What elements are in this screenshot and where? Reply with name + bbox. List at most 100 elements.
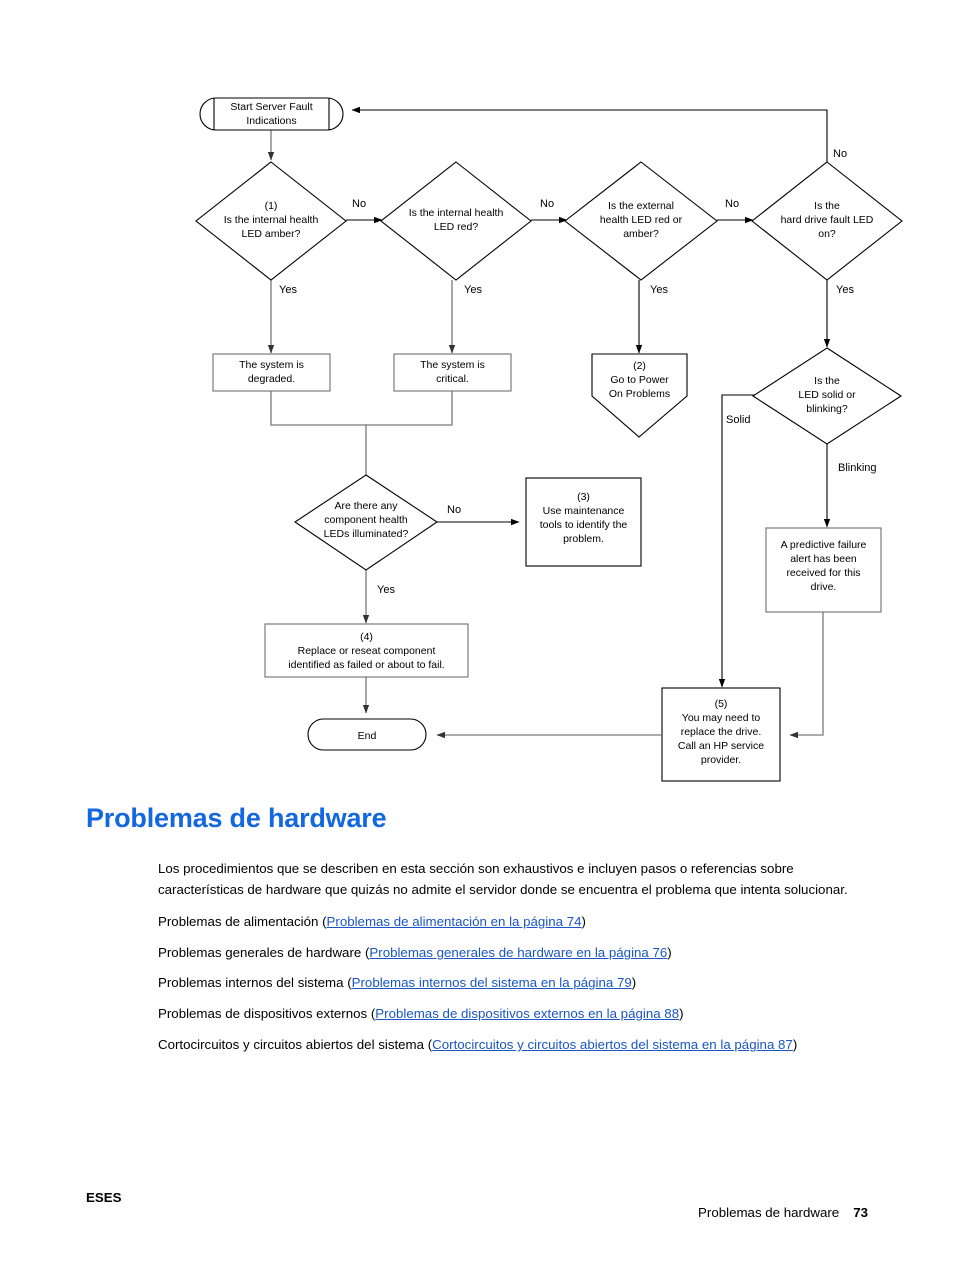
node-q-led-line3: blinking? [806,403,848,415]
node-q1-line1: (1) [265,200,278,212]
node-end-label: End [358,730,377,742]
node-end: End [307,718,427,751]
node-q2-line2: LED red? [434,221,479,233]
node-predictive-line3: received for this [786,567,860,579]
node-q4-line1: Is the [814,200,840,212]
xref-problemas-de-alimentacion[interactable]: Problemas de alimentación en la página 7… [327,914,582,929]
node-predictive-failure-alert: A predictive failure alert has been rece… [765,527,882,613]
node-q-led-line2: LED solid or [798,389,856,401]
node-drive-line1: (5) [715,698,728,710]
footer-page-number: 73 [853,1205,868,1220]
node-degraded-line2: degraded. [248,373,295,385]
edge-q4-no-loopback [351,106,828,178]
link-row-0-suffix: ) [581,914,586,929]
xref-problemas-de-dispositivos-externos[interactable]: Problemas de dispositivos externos en la… [375,1006,679,1021]
node-critical-line2: critical. [436,373,469,385]
node-start-line1: Start Server Fault [230,101,312,113]
node-q3-line1: Is the external [608,200,674,212]
edge-label-blinking: Blinking [838,462,877,474]
node-q-led-line1: Is the [814,375,840,387]
node-q-internal-health-amber: (1) Is the internal health LED amber? [195,161,347,281]
link-row-problemas-de-dispositivos-externos: Problemas de dispositivos externos (Prob… [158,1004,888,1025]
node-replace-line1: (4) [360,631,373,643]
node-use-maintenance-tools: (3) Use maintenance tools to identify th… [525,477,642,567]
node-maint-line3: tools to identify the [540,519,628,531]
node-q-led-solid-or-blinking: Is the LED solid or blinking? [751,347,903,445]
node-q3-line3: amber? [623,228,659,240]
node-system-critical: The system is critical. [393,353,512,392]
node-replace-or-reseat-component: (4) Replace or reseat component identifi… [264,623,469,678]
edge-label-yes-3: Yes [650,284,668,296]
node-go-to-power-on-problems: (2) Go to Power On Problems [591,353,688,438]
link-row-0-prefix: Problemas de alimentación ( [158,914,327,929]
node-predictive-line2: alert has been [790,553,857,565]
node-start-line2: Indications [246,115,296,127]
link-row-3-prefix: Problemas de dispositivos externos ( [158,1006,376,1021]
edge-label-no-1: No [352,198,366,210]
edge-label-yes-1: Yes [279,284,297,296]
node-system-degraded: The system is degraded. [212,353,331,392]
link-row-4-suffix: ) [792,1037,798,1052]
page: Start Server Fault Indications (1) Is th… [0,0,954,1270]
node-q-comp-line1: Are there any [334,500,398,512]
node-predictive-line4: drive. [811,581,837,593]
edge-label-no-loopback: No [833,148,847,160]
link-row-2-prefix: Problemas internos del sistema ( [158,975,352,990]
edge-label-solid: Solid [726,414,750,426]
edge-predictive-to-replace-drive [789,612,824,739]
edge-label-yes-component: Yes [377,584,395,596]
footer-right-group: Problemas de hardware 73 [676,1190,868,1235]
link-row-3-suffix: ) [679,1006,684,1021]
page-footer: ESES Problemas de hardware 73 [0,1190,954,1220]
intro-paragraph: Los procedimientos que se describen en e… [158,861,848,897]
node-degraded-line1: The system is [239,359,304,371]
link-row-problemas-internos-del-sistema: Problemas internos del sistema (Problema… [158,973,888,994]
node-drive-line3: replace the drive. [681,726,762,738]
link-row-problemas-generales-de-hardware: Problemas generales de hardware (Problem… [158,943,888,964]
node-replace-drive-call-hp: (5) You may need to replace the drive. C… [661,687,781,782]
node-start: Start Server Fault Indications [199,97,344,131]
node-replace-line2: Replace or reseat component [298,645,436,657]
node-q4-line3: on? [818,228,836,240]
node-predictive-line1: A predictive failure [781,539,867,551]
node-q-component-health-leds: Are there any component health LEDs illu… [294,474,438,571]
xref-cortocircuitos-y-circuitos-abiertos[interactable]: Cortocircuitos y circuitos abiertos del … [432,1037,793,1052]
page-title: Problemas de hardware [86,803,387,833]
link-row-4-prefix: Cortocircuitos y circuitos abiertos del … [158,1037,433,1052]
node-drive-line2: You may need to [682,712,761,724]
node-power-on-line2: Go to Power [610,374,669,386]
node-critical-line1: The system is [420,359,485,371]
node-maint-line1: (3) [577,491,590,503]
server-fault-indications-flowchart: Start Server Fault Indications (1) Is th… [195,97,903,782]
node-q-comp-line2: component health [324,514,408,526]
node-q2-line1: Is the internal health [409,207,504,219]
footer-locale: ESES [86,1190,122,1205]
edge-label-no-2: No [540,198,554,210]
edge-label-no-component: No [447,504,461,516]
link-row-1-suffix: ) [667,945,672,960]
node-q4-line2: hard drive fault LED [781,214,874,226]
link-row-2-suffix: ) [631,975,637,990]
node-q-comp-line3: LEDs illuminated? [324,528,409,540]
edge-label-yes-4: Yes [836,284,854,296]
node-q-hard-drive-fault-led: Is the hard drive fault LED on? [751,161,903,281]
node-replace-line3: identified as failed or about to fail. [288,659,444,671]
edge-label-no-3: No [725,198,739,210]
xref-problemas-generales-de-hardware[interactable]: Problemas generales de hardware en la pá… [369,945,667,960]
node-maint-line2: Use maintenance [543,505,625,517]
link-row-cortocircuitos-y-circuitos-abiertos: Cortocircuitos y circuitos abiertos del … [158,1035,858,1056]
edge-critical-merge [366,391,453,426]
node-drive-line4: Call an HP service [678,740,764,752]
node-maint-line4: problem. [563,533,604,545]
node-q1-line2: Is the internal health [224,214,319,226]
node-q1-line3: LED amber? [242,228,301,240]
node-power-on-line3: On Problems [609,388,670,400]
node-q3-line2: health LED red or [600,214,683,226]
xref-problemas-internos-del-sistema[interactable]: Problemas internos del sistema en la pág… [352,975,632,990]
node-power-on-line1: (2) [633,360,646,372]
footer-section-title: Problemas de hardware [698,1205,840,1220]
node-q-internal-health-red: Is the internal health LED red? [380,161,532,281]
node-drive-line5: provider. [701,754,741,766]
edge-degraded-merge [270,391,367,475]
edge-label-yes-2: Yes [464,284,482,296]
